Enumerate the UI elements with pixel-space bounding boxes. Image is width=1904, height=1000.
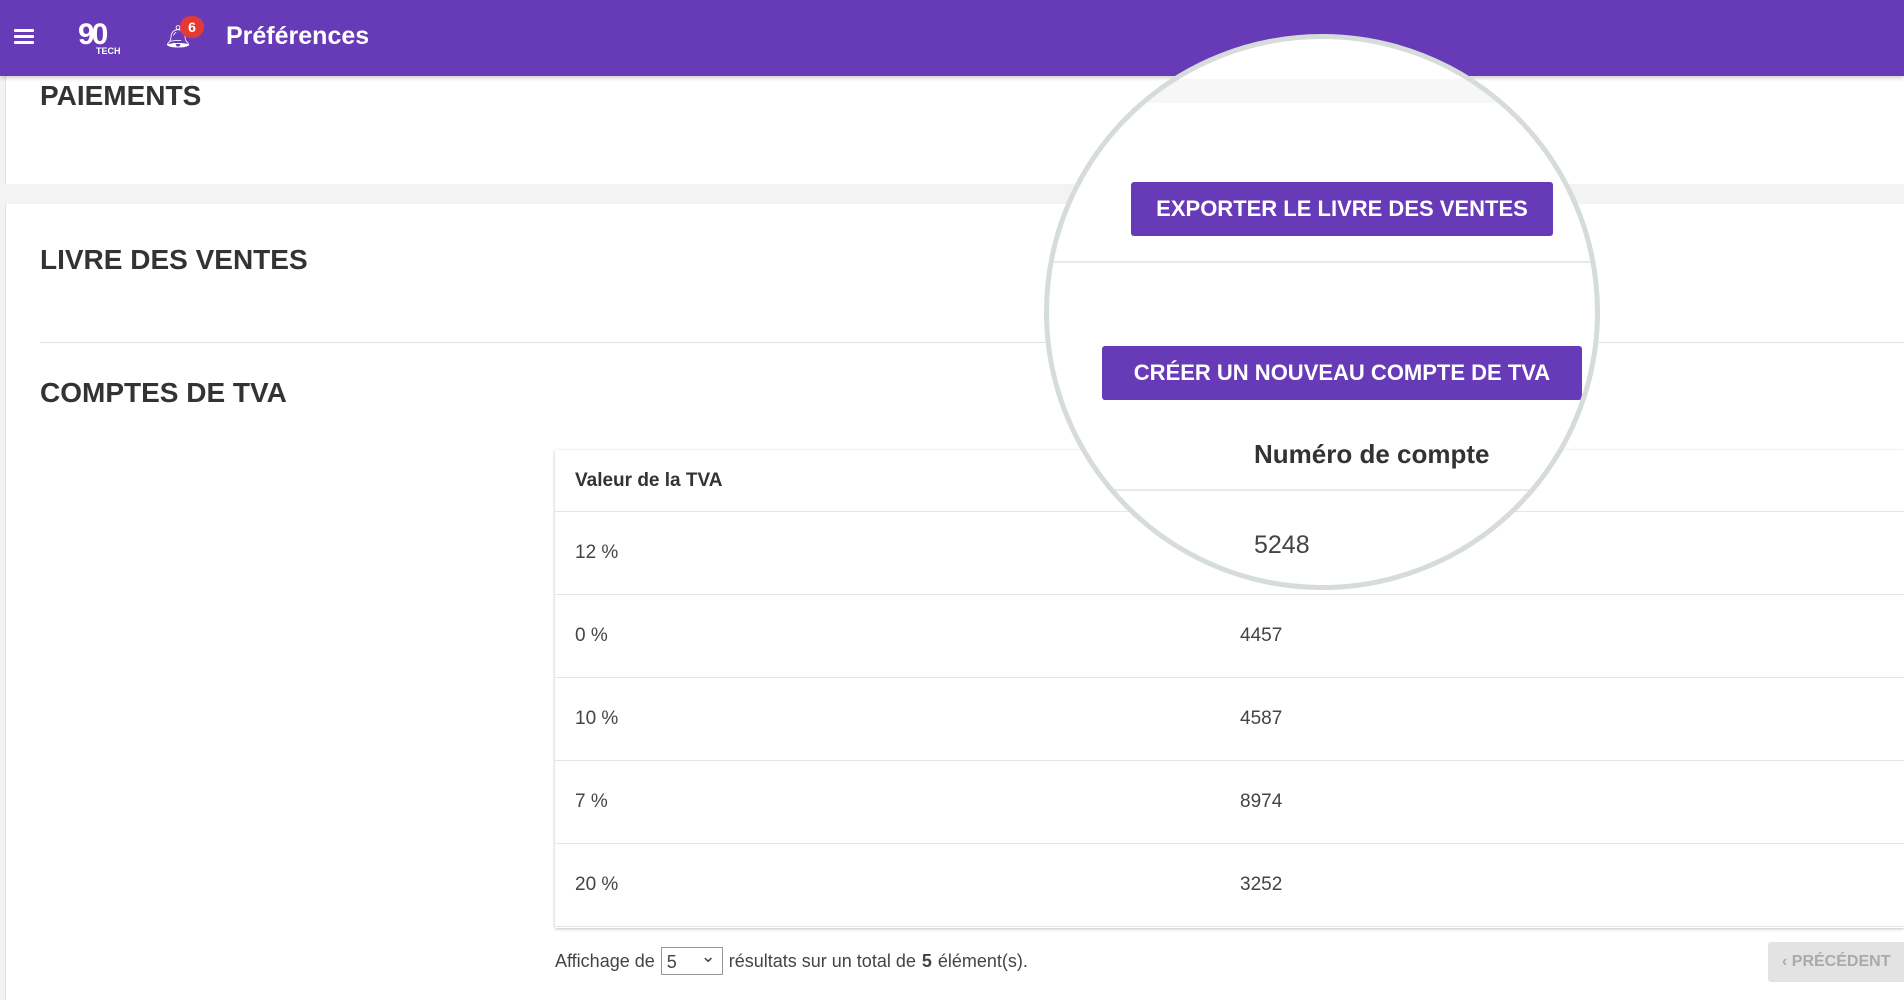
payments-card: PAIEMENTS — [5, 76, 1904, 184]
table-row[interactable]: 10 % 4587 — [555, 678, 1904, 761]
footer-suffix: élément(s). — [937, 951, 1028, 971]
notification-badge: 6 — [180, 16, 204, 38]
cell: 8974 — [1240, 791, 1283, 812]
footer-middle: résultats sur un total de — [728, 951, 916, 971]
magnified-divider — [1049, 261, 1595, 263]
previous-page-button[interactable]: ‹ PRÉCÉDENT — [1768, 942, 1904, 982]
page-title: Préférences — [226, 22, 370, 50]
export-sales-book-button[interactable]: EXPORTER LE LIVRE DES VENTES — [1131, 182, 1553, 236]
cell: 3252 — [1240, 874, 1283, 895]
cell: 12 % — [575, 542, 619, 563]
create-vat-account-button[interactable]: CRÉER UN NOUVEAU COMPTE DE TVA — [1102, 346, 1582, 400]
cell: 10 % — [575, 708, 619, 729]
footer-prefix: Affichage de — [555, 951, 655, 971]
magnifier-overlay: EXPORTER LE LIVRE DES VENTES CRÉER UN NO… — [1044, 34, 1600, 590]
logo[interactable]: 90 TECH — [78, 18, 121, 56]
cell: 4457 — [1240, 625, 1283, 646]
section-title-vat-accounts: COMPTES DE TVA — [40, 377, 287, 408]
table-row[interactable]: 0 % 4457 — [555, 595, 1904, 678]
section-title-sales-book: LIVRE DES VENTES — [40, 244, 308, 275]
cell: 5248 — [1254, 531, 1310, 559]
cell: 0 % — [575, 625, 608, 646]
logo-sub: TECH — [96, 46, 121, 56]
hamburger-icon[interactable] — [14, 29, 34, 45]
col-account-number[interactable]: Numéro de compte — [1254, 439, 1490, 470]
cell: 7 % — [575, 791, 608, 812]
table-row[interactable]: 7 % 8974 — [555, 761, 1904, 844]
magnified-header-line — [1089, 489, 1555, 491]
col-vat-value[interactable]: Valeur de la TVA — [575, 470, 722, 492]
page-size-select[interactable]: 5 — [660, 942, 723, 975]
magnified-card-edge — [1049, 79, 1595, 103]
section-title-payments: PAIEMENTS — [40, 80, 202, 111]
table-row[interactable]: 20 % 3252 — [555, 844, 1904, 927]
cell: 20 % — [575, 874, 619, 895]
footer-total: 5 — [921, 951, 932, 971]
pagination-info: Affichage de 5 résultats sur un total de… — [555, 942, 1028, 975]
top-bar: 90 TECH 🔔︎ 6 Préférences — [0, 0, 1904, 76]
divider — [40, 342, 1904, 343]
cell: 4587 — [1240, 708, 1283, 729]
previous-label: PRÉCÉDENT — [1791, 953, 1891, 970]
